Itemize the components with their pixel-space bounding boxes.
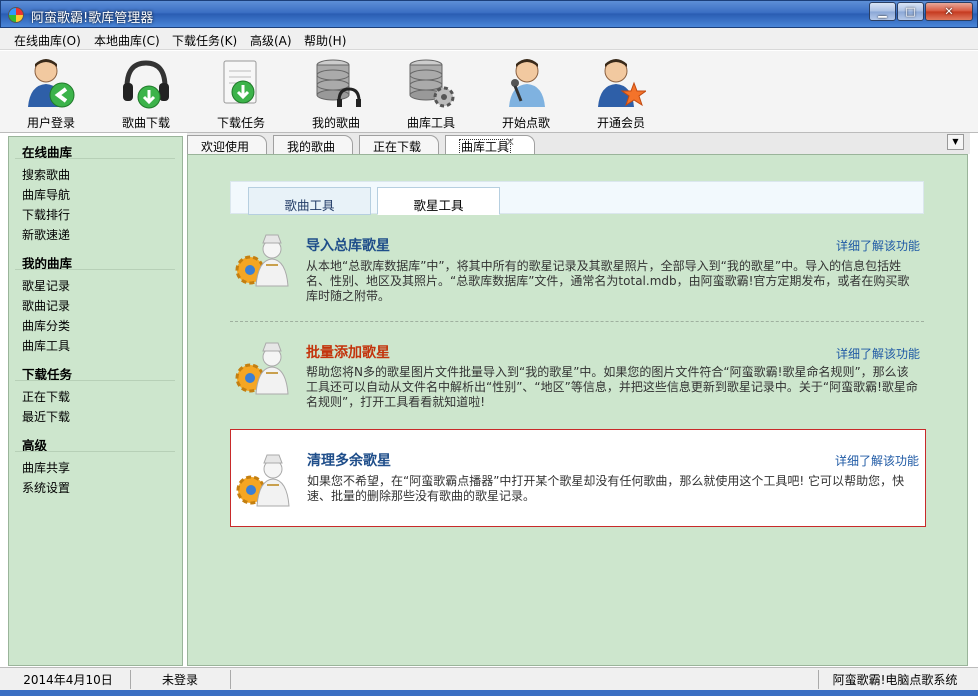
menu-download-tasks[interactable]: 下载任务(K) xyxy=(172,32,237,49)
maximize-icon: □ xyxy=(905,5,916,18)
subtab-singer-tools[interactable]: 歌星工具 xyxy=(377,187,500,215)
app-icon xyxy=(8,7,24,23)
tab-label: 欢迎使用 xyxy=(201,140,250,154)
download-task-icon xyxy=(216,57,266,109)
menu-bar: 在线曲库(O) 本地曲库(C) 下载任务(K) 高级(A) 帮助(H) xyxy=(0,28,978,50)
feature-description: 如果您不希望，在“阿蛮歌霸点播器”中打开某个歌星却没有任何歌曲，那么就使用这个工… xyxy=(307,474,905,503)
menu-advanced[interactable]: 高级(A) xyxy=(250,32,292,49)
menu-help[interactable]: 帮助(H) xyxy=(304,32,346,49)
feature-batch-add-singers[interactable]: 批量添加歌星 详细了解该功能 帮助您将N多的歌星图片文件批量导入到“我的歌星”中… xyxy=(230,335,926,415)
tab-list-dropdown-icon[interactable]: ▼ xyxy=(947,134,964,150)
close-icon: ✕ xyxy=(944,5,954,18)
singer-tool-icon xyxy=(234,340,292,396)
sidebar-item-library-nav[interactable]: 曲库导航 xyxy=(22,186,70,203)
status-app-name: 阿蛮歌霸!电脑点歌系统 xyxy=(832,673,958,687)
learn-more-link[interactable]: 详细了解该功能 xyxy=(835,452,919,469)
sidebar-item-library-category[interactable]: 曲库分类 xyxy=(22,317,70,334)
feature-clean-singers[interactable]: 清理多余歌星 详细了解该功能 如果您不希望，在“阿蛮歌霸点播器”中打开某个歌星却… xyxy=(230,429,926,527)
status-bar: 2014年4月10日 未登录 阿蛮歌霸!电脑点歌系统 xyxy=(0,667,978,690)
start-karaoke-label: 开始点歌 xyxy=(501,116,550,130)
tab-label: 正在下载 xyxy=(373,140,422,154)
menu-local-library[interactable]: 本地曲库(C) xyxy=(94,32,160,49)
singer-tool-icon xyxy=(235,452,293,508)
tab-close-icon[interactable]: ✕ xyxy=(505,135,515,149)
toolbar: 用户登录 歌曲下载 下载任务 我的歌曲 曲库工具 开始点歌 开通会员 xyxy=(0,51,978,133)
library-tools-button[interactable]: 曲库工具 xyxy=(393,55,469,131)
tab-label: 我的歌曲 xyxy=(287,140,336,154)
tab-downloading[interactable]: 正在下载 xyxy=(359,135,439,154)
feature-import-singers[interactable]: 导入总库歌星 详细了解该功能 从本地“总歌库数据库”中”，将其中所有的歌星记录及… xyxy=(230,228,926,308)
status-separator xyxy=(818,670,819,689)
window-title: 阿蛮歌霸!歌库管理器 xyxy=(31,11,154,26)
sidebar: 在线曲库 搜索歌曲 曲库导航 下载排行 新歌速递 我的曲库 歌星记录 歌曲记录 … xyxy=(8,136,183,666)
vip-member-button[interactable]: 开通会员 xyxy=(583,55,659,131)
subtab-song-tools[interactable]: 歌曲工具 xyxy=(248,187,371,215)
my-songs-database-icon xyxy=(311,57,361,109)
download-task-label: 下载任务 xyxy=(216,116,265,130)
user-login-button[interactable]: 用户登录 xyxy=(13,55,89,131)
tab-my-songs[interactable]: 我的歌曲 xyxy=(273,135,353,154)
sidebar-item-library-tools[interactable]: 曲库工具 xyxy=(22,337,70,354)
sidebar-divider xyxy=(15,451,175,452)
feature-title: 清理多余歌星 xyxy=(307,453,391,469)
start-karaoke-button[interactable]: 开始点歌 xyxy=(488,55,564,131)
sidebar-item-system-settings[interactable]: 系统设置 xyxy=(22,479,70,496)
sidebar-item-downloading[interactable]: 正在下载 xyxy=(22,388,70,405)
status-date: 2014年4月10日 xyxy=(23,673,113,687)
feature-description: 从本地“总歌库数据库”中”，将其中所有的歌星记录及其歌星照片，全部导入到“我的歌… xyxy=(306,259,910,303)
library-tools-label: 曲库工具 xyxy=(406,116,455,130)
sidebar-item-new-songs[interactable]: 新歌速递 xyxy=(22,226,70,243)
singer-microphone-icon xyxy=(501,57,551,109)
learn-more-link[interactable]: 详细了解该功能 xyxy=(836,237,920,254)
minimize-button[interactable]: ▁ xyxy=(869,2,896,21)
user-login-label: 用户登录 xyxy=(26,116,75,130)
song-download-button[interactable]: 歌曲下载 xyxy=(108,55,184,131)
vip-member-icon xyxy=(596,57,648,109)
sidebar-item-download-rank[interactable]: 下载排行 xyxy=(22,206,70,223)
sidebar-divider xyxy=(15,380,175,381)
status-login: 未登录 xyxy=(161,673,198,687)
learn-more-link[interactable]: 详细了解该功能 xyxy=(836,345,920,362)
tab-library-tools[interactable]: 曲库工具 xyxy=(445,135,535,155)
tab-label: 曲库工具 xyxy=(459,139,512,155)
download-task-button[interactable]: 下载任务 xyxy=(203,55,279,131)
window-frame-bottom xyxy=(0,690,978,696)
title-bar: 阿蛮歌霸!歌库管理器 ▁ □ ✕ xyxy=(0,0,978,28)
vip-member-label: 开通会员 xyxy=(596,116,645,130)
tab-welcome[interactable]: 欢迎使用 xyxy=(187,135,267,154)
feature-description: 帮助您将N多的歌星图片文件批量导入到“我的歌星”中。如果您的图片文件符合“阿蛮歌… xyxy=(306,365,918,409)
close-button[interactable]: ✕ xyxy=(925,2,973,21)
user-login-icon xyxy=(26,57,76,109)
headphone-download-icon xyxy=(121,57,171,109)
sidebar-item-song-records[interactable]: 歌曲记录 xyxy=(22,297,70,314)
status-separator xyxy=(130,670,131,689)
sidebar-item-search-songs[interactable]: 搜索歌曲 xyxy=(22,166,70,183)
feature-title: 批量添加歌星 xyxy=(306,345,390,361)
feature-title: 导入总库歌星 xyxy=(306,238,390,254)
sidebar-item-recent-downloads[interactable]: 最近下载 xyxy=(22,408,70,425)
library-tools-icon xyxy=(406,57,456,109)
singer-tool-icon xyxy=(234,232,292,288)
sidebar-item-singer-records[interactable]: 歌星记录 xyxy=(22,277,70,294)
sidebar-divider xyxy=(15,269,175,270)
section-divider xyxy=(230,321,924,322)
minimize-icon: ▁ xyxy=(878,5,887,18)
tab-strip: 欢迎使用 我的歌曲 正在下载 曲库工具 xyxy=(187,133,970,155)
status-separator xyxy=(230,670,231,689)
sidebar-divider xyxy=(15,158,175,159)
my-songs-label: 我的歌曲 xyxy=(311,116,360,130)
my-songs-button[interactable]: 我的歌曲 xyxy=(298,55,374,131)
song-download-label: 歌曲下载 xyxy=(121,116,170,130)
sidebar-item-library-share[interactable]: 曲库共享 xyxy=(22,459,70,476)
menu-online-library[interactable]: 在线曲库(O) xyxy=(14,32,81,49)
maximize-button[interactable]: □ xyxy=(897,2,924,21)
